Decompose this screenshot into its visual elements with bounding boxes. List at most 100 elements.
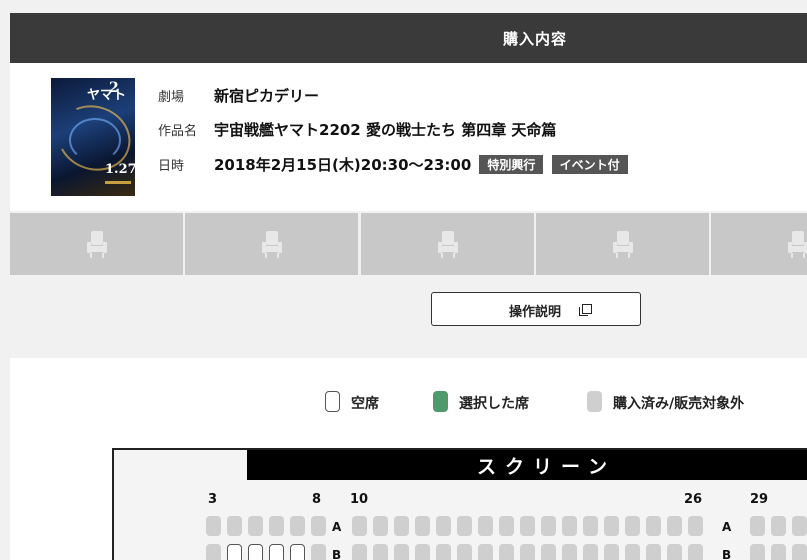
poster-date: 1.27: [105, 162, 135, 177]
title-row: 作品名 宇宙戦艦ヤマト2202 愛の戦士たち 第四章 天命篇: [158, 119, 556, 140]
unavailable-seat: [436, 516, 451, 536]
column-number: 29: [750, 492, 769, 507]
poster-number: 2: [109, 80, 119, 96]
unavailable-seat: [415, 544, 430, 560]
legend-selected-label: 選択した席: [459, 396, 529, 412]
unavailable-seat: [499, 544, 514, 560]
unavailable-seat: [436, 544, 451, 560]
unavailable-seat: [750, 516, 765, 536]
unavailable-seat: [646, 516, 661, 536]
unavailable-seat: [290, 516, 305, 536]
seat-icon: [613, 231, 633, 258]
unavailable-seat: [227, 516, 242, 536]
unavailable-seat: [562, 516, 577, 536]
unavailable-seat: [415, 516, 430, 536]
unavailable-seat: [792, 544, 807, 560]
unavailable-seat: [269, 516, 284, 536]
unavailable-seat: [373, 544, 388, 560]
unavailable-seat: [646, 544, 661, 560]
title-value: 宇宙戦艦ヤマト2202 愛の戦士たち 第四章 天命篇: [214, 121, 557, 139]
unavailable-seat: [520, 516, 535, 536]
vacant-seat[interactable]: [248, 544, 263, 560]
unavailable-seat: [771, 544, 786, 560]
theater-row: 劇場 新宿ピカデリー: [158, 85, 319, 106]
header-title: 購入内容: [503, 30, 568, 48]
row-label: A: [722, 520, 732, 534]
selected-seat-swatch: [433, 391, 448, 412]
unavailable-seat: [625, 544, 640, 560]
movie-poster: ヤマト 2 1.27: [51, 78, 135, 196]
unavailable-seat: [562, 544, 577, 560]
seat-map: スクリーン 3 8 10 26 29 A A B B: [112, 448, 807, 560]
seat-map-card: 空席 選択した席 購入済み/販売対象外 スクリーン 3 8 10 26 29 A…: [10, 358, 807, 560]
unavailable-seat: [604, 516, 619, 536]
unavailable-seat: [206, 544, 221, 560]
event-badge: イベント付: [551, 155, 628, 174]
unavailable-seat: [478, 544, 493, 560]
purchase-page: 購入内容 ヤマト 2 1.27 劇場 新宿ピカデリー 作品名 宇宙戦艦ヤマト2202…: [10, 13, 807, 560]
datetime-label: 日時: [158, 159, 185, 174]
column-number: 3: [208, 492, 218, 507]
row-label: B: [332, 548, 342, 560]
vacant-seat[interactable]: [269, 544, 284, 560]
unavailable-seat: [499, 516, 514, 536]
unavailable-seat: [457, 544, 472, 560]
unavailable-seat: [520, 544, 535, 560]
unavailable-seat: [541, 516, 556, 536]
column-number: 8: [312, 492, 322, 507]
unavailable-seat-swatch: [587, 391, 602, 412]
unavailable-seat: [688, 516, 703, 536]
unavailable-seat: [667, 544, 682, 560]
theater-value: 新宿ピカデリー: [214, 87, 320, 105]
external-window-icon: [579, 304, 592, 316]
seat-icon: [262, 231, 282, 258]
seat-tab-4[interactable]: [536, 213, 709, 275]
seat-tab-5[interactable]: [711, 213, 807, 275]
unavailable-seat: [625, 516, 640, 536]
help-button-label: 操作説明: [509, 305, 562, 320]
unavailable-seat: [688, 544, 703, 560]
unavailable-seat: [771, 516, 786, 536]
unavailable-seat: [206, 516, 221, 536]
column-number: 10: [350, 492, 369, 507]
unavailable-seat: [248, 516, 263, 536]
unavailable-seat: [311, 544, 326, 560]
vacant-seat-swatch: [325, 391, 340, 412]
help-button[interactable]: 操作説明: [431, 292, 641, 326]
unavailable-seat: [604, 544, 619, 560]
unavailable-seat: [457, 516, 472, 536]
unavailable-seat: [394, 516, 409, 536]
row-label: B: [722, 548, 732, 560]
special-screening-badge: 特別興行: [479, 155, 544, 174]
unavailable-seat: [311, 516, 326, 536]
datetime-value: 2018年2月15日(木)20:30～23:00: [214, 156, 472, 174]
unavailable-seat: [352, 544, 367, 560]
unavailable-seat: [750, 544, 765, 560]
unavailable-seat: [352, 516, 367, 536]
vacant-seat[interactable]: [290, 544, 305, 560]
unavailable-seat: [667, 516, 682, 536]
unavailable-seat: [373, 516, 388, 536]
unavailable-seat: [394, 544, 409, 560]
unavailable-seat: [583, 516, 598, 536]
title-label: 作品名: [158, 124, 198, 139]
theater-label: 劇場: [158, 90, 185, 105]
seat-icon: [87, 231, 107, 258]
header-bar: 購入内容: [10, 13, 807, 63]
seat-tab-2[interactable]: [185, 213, 358, 275]
unavailable-seat: [583, 544, 598, 560]
datetime-row: 日時 2018年2月15日(木)20:30～23:00 特別興行 イベント付: [158, 154, 628, 175]
seat-tabs: [10, 213, 807, 275]
row-label: A: [332, 520, 342, 534]
screen-bar: スクリーン: [247, 450, 807, 480]
unavailable-seat: [541, 544, 556, 560]
seat-tab-1[interactable]: [10, 213, 183, 275]
seat-tab-3[interactable]: [361, 213, 534, 275]
poster-logo: ヤマト: [87, 88, 127, 103]
unavailable-seat: [478, 516, 493, 536]
screen-label: スクリーン: [477, 456, 617, 478]
legend-unavailable-label: 購入済み/販売対象外: [613, 396, 745, 412]
vacant-seat[interactable]: [227, 544, 242, 560]
purchase-info-panel: ヤマト 2 1.27 劇場 新宿ピカデリー 作品名 宇宙戦艦ヤマト2202 愛の戦士…: [10, 63, 807, 211]
legend-vacant-label: 空席: [351, 396, 379, 412]
